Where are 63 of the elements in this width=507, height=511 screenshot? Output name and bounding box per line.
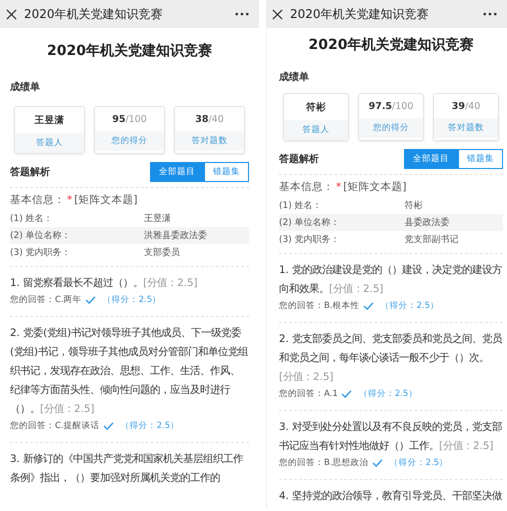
field-value: 王昱潇	[144, 212, 171, 225]
card-value: 符彬	[305, 101, 327, 115]
answer-text: 您的回答：B.根本性	[279, 300, 360, 312]
section-heading: 成绩单	[10, 80, 41, 94]
card-value: 38/40	[194, 113, 225, 127]
card-value: 95/100	[111, 113, 148, 127]
required-mark: *	[336, 181, 342, 193]
field-label: (2) 单位名称：	[10, 230, 72, 242]
close-icon[interactable]	[272, 8, 283, 20]
more-icon[interactable]	[235, 12, 249, 16]
field-value: 县委政法委	[404, 216, 450, 229]
section-heading: 答题解析	[279, 152, 319, 166]
card-label: 您的得分	[359, 118, 423, 138]
answer-text: 您的回答：C.两年	[10, 294, 82, 306]
more-icon[interactable]	[483, 12, 497, 16]
answer-text: 您的回答：C.提醒谈话	[10, 420, 100, 432]
page-title: 2020年机关党建知识竞赛	[308, 36, 474, 54]
window-title: 2020年机关党建知识竞赛	[24, 6, 164, 22]
close-icon[interactable]	[6, 8, 17, 20]
field-label: (1) 姓名：	[10, 212, 54, 225]
field-label: (1) 姓名：	[279, 200, 323, 212]
points-text: （得分：2.5）	[380, 300, 440, 312]
points-text: （得分：2.5）	[102, 294, 162, 306]
points-text: （得分：2.5）	[390, 457, 448, 469]
required-mark: *	[67, 194, 72, 206]
field-value: 支部委员	[144, 246, 180, 259]
filter-tab[interactable]: 全部题目	[404, 149, 458, 169]
question-type: [矩阵文本题]	[343, 181, 406, 193]
card-label: 您的得分	[95, 131, 164, 151]
card-value: 39/40	[450, 100, 482, 114]
field-label: (3) 党内职务：	[279, 234, 341, 246]
question-text: 1. 留党察看最长不超过（）。[分值：2.5]	[10, 276, 199, 291]
window-title: 2020年机关党建知识竞赛	[290, 6, 430, 22]
answer-text: 您的回答：A.1	[279, 388, 338, 400]
field-label: (3) 党内职务：	[10, 246, 72, 259]
section-heading: 答题解析	[10, 166, 50, 179]
card-value: 王昱潇	[34, 114, 66, 128]
question-type: [矩阵文本题]	[74, 194, 138, 206]
question-text: 3. 新修订的《中国共产党党和国家机关基层组织工作条例》指出，（）要加强对所属机关党的工作的	[10, 452, 244, 486]
card-label: 答题人	[15, 133, 84, 153]
page-title: 2020年机关党建知识竞赛	[46, 42, 213, 60]
filter-tab[interactable]: 全部题目	[150, 162, 204, 182]
filter-tab[interactable]: 错题集	[458, 149, 503, 169]
card-label: 答对题数	[434, 118, 498, 138]
answer-text: 您的回答：B.思想政治	[279, 457, 369, 469]
filter-tab[interactable]: 错题集	[204, 162, 249, 182]
card-label: 答对题数	[175, 131, 244, 151]
card-label: 答题人	[284, 120, 348, 140]
points-text: （得分：2.5）	[358, 388, 418, 400]
question-text: 2. 党支部委员之间、党支部委员和党员之间、党员和党员之间，每年谈心谈话一般不少于（）次。 [分值：2.5]	[279, 332, 503, 385]
field-value: 符彬	[404, 200, 422, 212]
field-value: 党支部副书记	[404, 234, 458, 246]
question-text: 4. 坚持党的政治领导，教育引导党员、干部坚决做	[279, 489, 503, 504]
question-label: 基本信息：	[10, 194, 65, 206]
question-label: 基本信息：	[279, 181, 334, 193]
field-value: 洪雅县委政法委	[144, 229, 207, 242]
question-text: 3. 对受到处分处置以及有不良反映的党员，党支部书记应当有针对性地做好（）工作。[分值：2.5]	[279, 420, 503, 454]
points-text: （得分：2.5）	[120, 420, 180, 432]
question-text: 2. 党委(党组)书记对领导班子其他成员、下一级党委(党组)书记，领导班子其他成员对分管部门和单位党组织书记，发现存在政治、思想、工作、生活、作风、纪律等方面苗头性、倾向性问题的，应当及时进行（）。[分值：2.5]	[10, 326, 249, 417]
card-value: 97.5/100	[368, 100, 414, 114]
section-heading: 成绩单	[279, 70, 310, 84]
question-text: 1. 党的政治建设是党的（）建设，决定党的建设方向和效果。[分值：2.5]	[279, 263, 503, 297]
field-label: (2) 单位名称：	[279, 216, 341, 229]
